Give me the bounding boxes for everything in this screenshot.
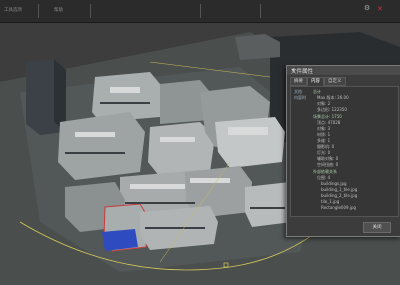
building <box>58 112 145 180</box>
window-row <box>125 202 195 204</box>
building-tower <box>54 59 66 132</box>
dialog-footer: 关闭 <box>287 218 400 236</box>
window-row <box>100 102 150 104</box>
list-item: buildings.jpg <box>321 181 347 186</box>
toolbar-divider <box>38 4 39 18</box>
roof-detail <box>228 127 268 135</box>
window-row <box>250 207 285 209</box>
top-toolbar: 工具选项 帮助 ✕ ⚙ <box>0 0 400 23</box>
toolbar-label-mid[interactable]: 帮助 <box>54 7 63 13</box>
toolbar-divider <box>90 4 91 18</box>
building <box>215 117 285 168</box>
roof-detail <box>160 137 195 142</box>
list-item: building_1_tile.jpg <box>321 187 358 192</box>
list-item: 内容时 <box>294 95 306 100</box>
list-item: tile_1.jpg <box>321 199 340 204</box>
window-row <box>145 227 205 229</box>
close-icon[interactable]: ✕ <box>291 67 398 76</box>
file-properties-dialog: 文件属性 ✕ 摘要 内容 自定义 文档 内容时 总计 Max 版本: 26.00… <box>286 65 400 237</box>
roof-detail <box>130 184 185 189</box>
tab-contents[interactable]: 内容 <box>307 77 324 86</box>
roof-detail <box>110 87 140 93</box>
dialog-titlebar[interactable]: 文件属性 ✕ <box>287 66 400 75</box>
tab-custom[interactable]: 自定义 <box>324 77 346 86</box>
window-row <box>65 152 125 154</box>
close-button[interactable]: 关闭 <box>363 222 391 233</box>
roof-detail <box>190 178 230 183</box>
gear-icon[interactable]: ⚙ <box>362 4 372 12</box>
list-item: 多边形: 122350 <box>317 107 347 112</box>
toolbar-divider <box>260 4 261 18</box>
list-item: 空间扭曲: 0 <box>317 162 339 167</box>
list-item: Rectangle009.jpg <box>321 205 357 210</box>
properties-list: 文档 内容时 总计 Max 版本: 26.00 对象: 2 多边形: 12235… <box>290 86 399 217</box>
close-x-icon[interactable]: ✕ <box>375 5 385 13</box>
list-item: building_2_tile.jpg <box>321 193 358 198</box>
roof-detail <box>75 132 115 137</box>
app-window: 工具选项 帮助 ✕ ⚙ 文件属性 ✕ 摘要 内容 自定义 文档 内容时 总计 M… <box>0 0 400 285</box>
tab-summary[interactable]: 摘要 <box>290 77 307 86</box>
toolbar-divider <box>200 4 201 18</box>
toolbar-label-left[interactable]: 工具选项 <box>4 7 22 13</box>
